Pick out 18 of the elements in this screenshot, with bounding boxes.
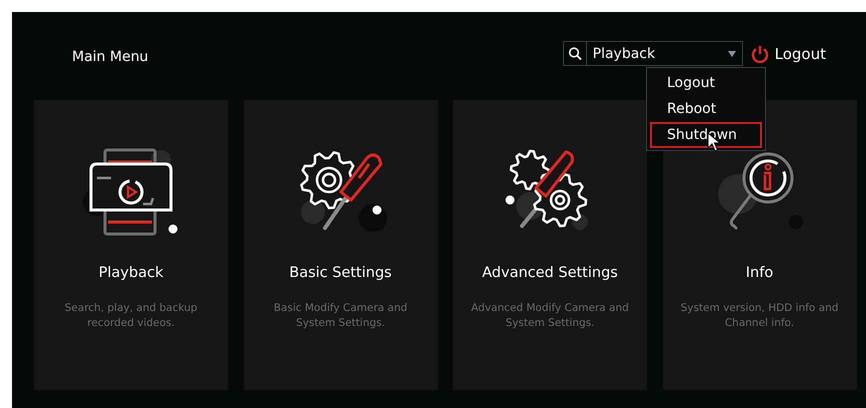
menu-card[interactable]: Playback Search, play, and backup recorded videos. — [34, 100, 228, 390]
card-description: Basic Modify Camera and System Settings. — [272, 301, 408, 331]
card-description: Search, play, and backup recorded videos. — [64, 301, 198, 331]
menu-item[interactable]: Shutdown — [650, 122, 762, 148]
menu-card[interactable]: Advanced Settings Advanced Modify Camera and System Settings. — [453, 100, 647, 390]
card-title: Advanced Settings — [482, 265, 618, 281]
card-title: Basic Settings — [289, 265, 392, 281]
page-title: Main Menu — [72, 49, 148, 65]
power-icon — [750, 44, 769, 62]
search-field[interactable]: Playback — [562, 41, 743, 66]
caret-icon — [728, 50, 736, 56]
card-description: System version, HDD info and Channel info. — [680, 301, 840, 331]
menu-card[interactable]: Basic Settings Basic Modify Camera and System Settings. — [244, 100, 438, 390]
logout-button[interactable]: Logout — [750, 44, 826, 62]
card-description: Advanced Modify Camera and System Settings. — [470, 301, 630, 331]
card-title: Info — [746, 265, 774, 281]
card-title: Playback — [98, 265, 164, 281]
menu-item[interactable]: Logout — [650, 70, 762, 96]
